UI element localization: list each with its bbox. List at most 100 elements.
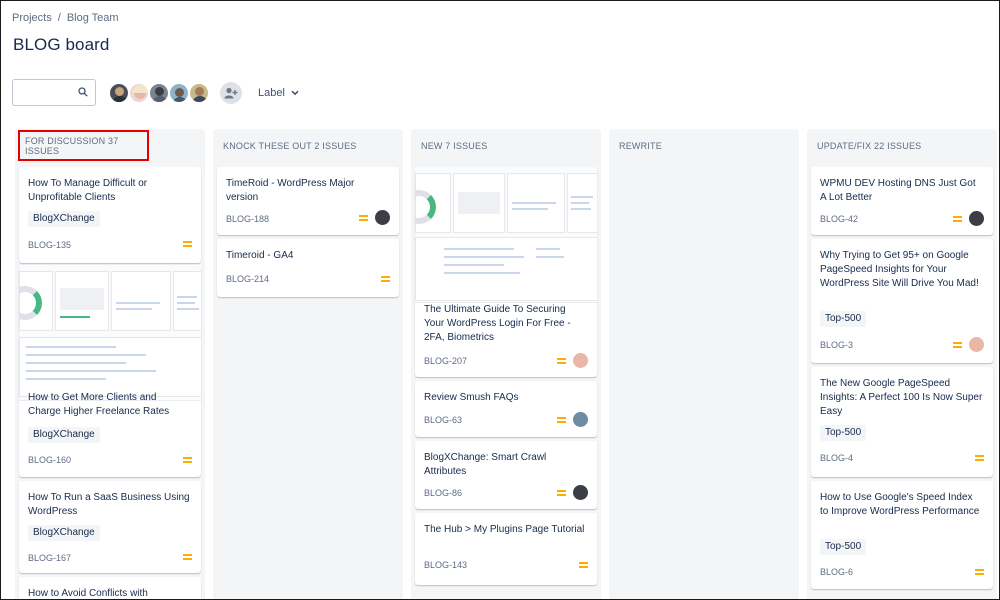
column-header-rewrite: REWRITE	[619, 141, 662, 151]
priority-medium-icon	[183, 457, 192, 463]
page-title: BLOG board	[13, 35, 110, 54]
card-thumbnail	[19, 265, 201, 401]
card-title: How to Avoid Conflicts with	[28, 588, 148, 599]
breadcrumb-team[interactable]: Blog Team	[67, 12, 119, 24]
priority-medium-icon	[381, 276, 390, 282]
priority-medium-icon	[953, 216, 962, 222]
chevron-down-icon	[291, 90, 299, 95]
avatar[interactable]	[148, 81, 170, 104]
issue-card[interactable]: How To Run a SaaS Business Using WordPre…	[19, 481, 201, 573]
avatar-group	[108, 81, 210, 104]
assignee-avatar[interactable]	[573, 485, 588, 500]
card-key: BLOG-214	[226, 274, 270, 284]
issue-card[interactable]: Timeroid - GA4 BLOG-214	[217, 239, 399, 297]
column-header-update-fix: UPDATE/FIX 22 ISSUES	[817, 141, 922, 151]
card-key: BLOG-86	[424, 488, 463, 498]
column-header-knock-these-out: KNOCK THESE OUT 2 ISSUES	[223, 141, 357, 151]
assignee-avatar[interactable]	[573, 353, 588, 368]
column-header-for-discussion: FOR DISCUSSION 37 ISSUES	[18, 130, 149, 161]
search-input[interactable]	[19, 80, 79, 105]
card-label: Top-500	[820, 311, 867, 327]
card-label: Top-500	[820, 425, 867, 441]
card-key: BLOG-4	[820, 453, 854, 463]
issue-card[interactable]: How to Get More Clients and Charge Highe…	[19, 265, 201, 477]
card-title: Review Smush FAQs	[424, 392, 519, 403]
issue-card[interactable]: How to Avoid Conflicts with	[19, 577, 201, 599]
board-page: Projects / Blog Team BLOG board Label FO…	[0, 0, 1000, 600]
avatar[interactable]	[188, 81, 210, 104]
priority-medium-icon	[183, 241, 192, 247]
issue-card[interactable]: The New Google PageSpeed Insights: A Per…	[811, 367, 993, 477]
avatar[interactable]	[168, 81, 190, 104]
assignee-avatar[interactable]	[375, 210, 390, 225]
card-key: BLOG-160	[28, 455, 72, 465]
card-key: BLOG-63	[424, 415, 463, 425]
card-key: BLOG-207	[424, 356, 468, 366]
priority-medium-icon	[975, 569, 984, 575]
card-title: Timeroid - GA4	[226, 250, 294, 261]
card-key: BLOG-143	[424, 560, 468, 570]
board-columns: FOR DISCUSSION 37 ISSUES How To Manage D…	[12, 129, 999, 599]
card-key: BLOG-167	[28, 553, 72, 563]
column-update-fix: UPDATE/FIX 22 ISSUES WPMU DEV Hosting DN…	[807, 129, 997, 599]
card-title: BlogXChange: Smart Crawl Attributes	[424, 452, 547, 477]
priority-medium-icon	[557, 417, 566, 423]
issue-card[interactable]: Why Trying to Get 95+ on Google PageSpee…	[811, 239, 993, 363]
card-key: BLOG-135	[28, 240, 72, 250]
breadcrumb-projects[interactable]: Projects	[12, 12, 52, 24]
card-label: BlogXChange	[28, 525, 100, 541]
card-title: WPMU DEV Hosting DNS Just Got A Lot Bett…	[820, 178, 976, 203]
card-label: Top-500	[820, 539, 867, 555]
priority-medium-icon	[359, 215, 368, 221]
card-label: BlogXChange	[28, 427, 100, 443]
card-title: How To Run a SaaS Business Using WordPre…	[28, 492, 190, 517]
column-knock-these-out: KNOCK THESE OUT 2 ISSUES TimeRoid - Word…	[213, 129, 403, 599]
priority-medium-icon	[975, 455, 984, 461]
issue-card[interactable]: How to Use Google's Speed Index to Impro…	[811, 481, 993, 589]
column-for-discussion: FOR DISCUSSION 37 ISSUES How To Manage D…	[15, 129, 205, 599]
card-key: BLOG-188	[226, 214, 270, 224]
search-icon	[78, 87, 88, 97]
card-title: Why Trying to Get 95+ on Google PageSpee…	[820, 250, 979, 289]
card-key: BLOG-3	[820, 340, 854, 350]
assignee-avatar[interactable]	[969, 337, 984, 352]
assignee-avatar[interactable]	[573, 412, 588, 427]
card-label: BlogXChange	[28, 211, 100, 227]
avatar[interactable]	[128, 81, 150, 104]
column-new: NEW 7 ISSUES The Ultimate Guide To Secur…	[411, 129, 601, 599]
priority-medium-icon	[953, 342, 962, 348]
board-toolbar: Label	[12, 79, 299, 106]
card-key: BLOG-42	[820, 214, 859, 224]
issue-card[interactable]: TimeRoid - WordPress Major version BLOG-…	[217, 167, 399, 235]
priority-medium-icon	[183, 554, 192, 560]
issue-card[interactable]: WPMU DEV Hosting DNS Just Got A Lot Bett…	[811, 167, 993, 235]
add-people-button[interactable]	[220, 81, 242, 104]
issue-card[interactable]: Review Smush FAQs BLOG-63	[415, 381, 597, 437]
card-key: BLOG-6	[820, 567, 854, 577]
card-title: How to Get More Clients and Charge Highe…	[28, 392, 170, 417]
issue-card[interactable]: The Ultimate Guide To Securing Your Word…	[415, 167, 597, 377]
card-title: The New Google PageSpeed Insights: A Per…	[820, 378, 983, 417]
priority-medium-icon	[557, 490, 566, 496]
column-header-new: NEW 7 ISSUES	[421, 141, 488, 151]
breadcrumb-separator: /	[57, 12, 61, 24]
search-box[interactable]	[12, 79, 96, 106]
label-filter-text: Label	[258, 86, 285, 99]
card-title: How to Use Google's Speed Index to Impro…	[820, 492, 980, 517]
label-filter-dropdown[interactable]: Label	[258, 87, 299, 99]
column-rewrite: REWRITE	[609, 129, 799, 599]
card-title: How To Manage Difficult or Unprofitable …	[28, 178, 148, 203]
breadcrumb: Projects / Blog Team	[12, 12, 119, 24]
issue-card[interactable]: BlogXChange: Smart Crawl Attributes BLOG…	[415, 441, 597, 509]
add-person-icon	[224, 87, 238, 98]
card-thumbnail	[415, 167, 597, 303]
priority-medium-icon	[579, 562, 588, 568]
card-title: TimeRoid - WordPress Major version	[226, 178, 355, 203]
assignee-avatar[interactable]	[969, 211, 984, 226]
issue-card[interactable]: How To Manage Difficult or Unprofitable …	[19, 167, 201, 263]
avatar[interactable]	[108, 81, 130, 104]
card-title: The Hub > My Plugins Page Tutorial	[424, 524, 585, 535]
card-title: The Ultimate Guide To Securing Your Word…	[424, 304, 571, 343]
issue-card[interactable]: The Hub > My Plugins Page Tutorial BLOG-…	[415, 513, 597, 585]
priority-medium-icon	[557, 358, 566, 364]
